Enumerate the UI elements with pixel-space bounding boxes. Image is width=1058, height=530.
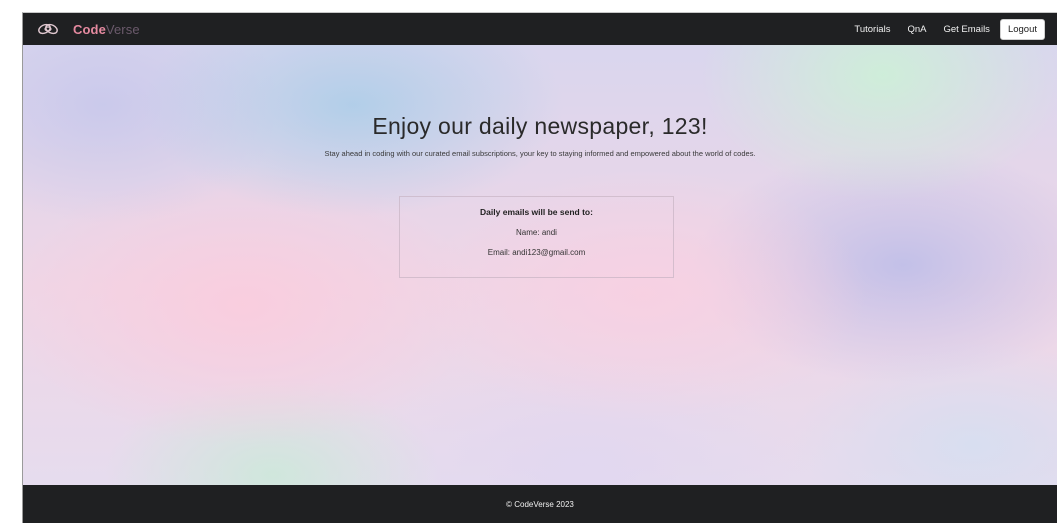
card-title: Daily emails will be send to: bbox=[480, 207, 593, 217]
page-title: Enjoy our daily newspaper, 123! bbox=[372, 113, 708, 139]
page-subtitle: Stay ahead in coding with our curated em… bbox=[324, 149, 756, 158]
subscriber-email: Email: andi123@gmail.com bbox=[487, 248, 586, 257]
browser-viewport: CodeVerse Tutorials QnA Get Emails Logou… bbox=[22, 12, 1057, 523]
footer: © CodeVerse 2023 bbox=[23, 485, 1057, 523]
brand-name: CodeVerse bbox=[73, 22, 140, 37]
subscriber-name: Name: andi bbox=[516, 228, 557, 237]
nav-links: Tutorials QnA Get Emails Logout bbox=[837, 13, 1045, 45]
copyright-text: © CodeVerse 2023 bbox=[506, 499, 574, 509]
brand[interactable]: CodeVerse bbox=[37, 13, 140, 45]
infinity-knot-icon bbox=[37, 22, 59, 36]
hero-section: Enjoy our daily newspaper, 123! Stay ahe… bbox=[23, 45, 1057, 485]
logout-button[interactable]: Logout bbox=[999, 18, 1045, 40]
brand-name-bold: Code bbox=[73, 21, 106, 37]
brand-name-light: Verse bbox=[105, 21, 140, 37]
email-subscription-card: Daily emails will be send to: Name: andi… bbox=[399, 196, 674, 278]
nav-link-get-emails[interactable]: Get Emails bbox=[943, 24, 989, 35]
nav-link-qna[interactable]: QnA bbox=[907, 24, 926, 35]
nav-link-tutorials[interactable]: Tutorials bbox=[854, 24, 890, 35]
navbar: CodeVerse Tutorials QnA Get Emails Logou… bbox=[23, 13, 1057, 45]
